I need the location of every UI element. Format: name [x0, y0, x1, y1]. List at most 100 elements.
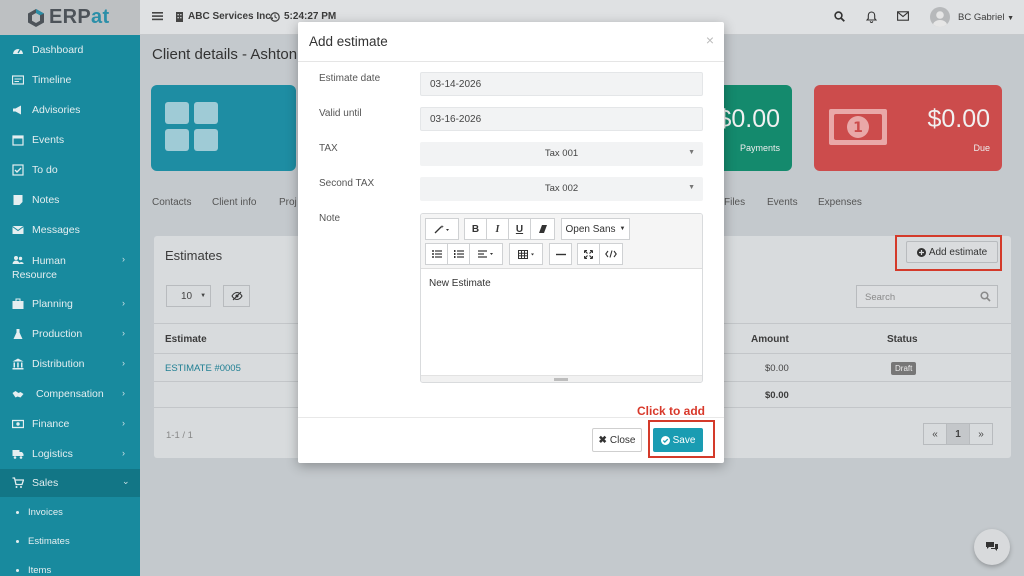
sidebar-item-events[interactable]: Events — [0, 134, 140, 148]
sidebar-item-todo[interactable]: To do — [0, 164, 140, 178]
unordered-list-button[interactable] — [425, 243, 448, 265]
horizontal-rule-button[interactable] — [549, 243, 572, 265]
menu-icon[interactable] — [152, 11, 163, 21]
sidebar-subitem-invoices[interactable]: Invoices — [0, 507, 140, 519]
bank-icon — [12, 358, 24, 370]
note-editor: B I U Open Sans ▼ New Estimate — [420, 213, 703, 383]
align-left-icon — [478, 250, 493, 258]
sidebar-item-advisories[interactable]: Advisories — [0, 104, 140, 118]
estimate-date-field[interactable]: 03-14-2026 — [420, 72, 703, 96]
search-input[interactable]: Search — [856, 285, 998, 308]
pagination-prev[interactable]: « — [923, 423, 947, 445]
chevron-right-icon: › — [122, 418, 125, 428]
close-button[interactable]: ✖ Close — [592, 428, 642, 452]
summary-card-due: 1 $0.00 Due — [814, 85, 1002, 171]
valid-until-label: Valid until — [319, 108, 362, 119]
sidebar-item-production[interactable]: Production › — [0, 328, 140, 342]
sidebar-item-planning[interactable]: Planning › — [0, 298, 140, 312]
sidebar-subitem-items[interactable]: Items — [0, 565, 140, 576]
caret-down-icon: ▼ — [619, 226, 626, 232]
code-view-button[interactable] — [599, 243, 623, 265]
handshake-icon — [12, 391, 24, 398]
sidebar-item-sales[interactable]: Sales ⌄ — [0, 469, 140, 497]
eraser-icon — [538, 225, 547, 233]
bold-button[interactable]: B — [464, 218, 487, 240]
font-family-select[interactable]: Open Sans ▼ — [561, 218, 630, 240]
column-estimate[interactable]: Estimate — [165, 334, 207, 345]
chevron-right-icon: › — [122, 328, 125, 338]
due-amount: $0.00 — [927, 105, 990, 133]
payments-amount: $0.00 — [717, 105, 780, 133]
avatar[interactable] — [930, 7, 950, 27]
tab-files[interactable]: Files — [724, 197, 745, 208]
modal-header: Add estimate × — [298, 22, 724, 62]
tab-events[interactable]: Events — [767, 197, 798, 208]
company-selector[interactable]: ABC Services Inc. — [175, 11, 274, 22]
notes-icon — [13, 195, 23, 205]
chat-button[interactable] — [974, 529, 1010, 565]
money-icon — [12, 419, 24, 429]
logo[interactable]: ERPat — [0, 0, 140, 35]
bell-icon[interactable] — [866, 11, 877, 23]
user-menu[interactable]: BC Gabriel ▼ — [958, 12, 1014, 23]
sidebar-item-human-resource[interactable]: Human Resource › — [0, 254, 140, 282]
sidebar-item-finance[interactable]: Finance › — [0, 418, 140, 432]
caret-down-icon: ▼ — [200, 293, 207, 299]
editor-resize-handle[interactable] — [421, 375, 702, 382]
tab-client-info[interactable]: Client info — [212, 197, 256, 208]
envelope-icon — [12, 226, 24, 234]
sidebar-item-notes[interactable]: Notes — [0, 194, 140, 208]
close-icon[interactable]: × — [706, 32, 714, 48]
caret-down-icon: ▼ — [1007, 15, 1015, 22]
column-amount[interactable]: Amount — [751, 334, 789, 345]
tab-expenses[interactable]: Expenses — [818, 197, 862, 208]
sidebar-item-logistics[interactable]: Logistics › — [0, 448, 140, 462]
ordered-list-button[interactable] — [447, 243, 470, 265]
total-amount: $0.00 — [765, 390, 789, 401]
company-name: ABC Services Inc. — [188, 11, 274, 22]
align-button[interactable] — [469, 243, 503, 265]
highlight-save-button — [648, 420, 715, 458]
sidebar-item-compensation[interactable]: Compensation › — [0, 388, 140, 402]
page-size-select[interactable]: 10 ▼ — [166, 285, 211, 307]
editor-content[interactable]: New Estimate — [429, 278, 491, 289]
search-icon[interactable] — [834, 11, 845, 22]
tax-select[interactable]: Tax 001 ▼ — [420, 142, 703, 166]
fullscreen-button[interactable] — [577, 243, 600, 265]
valid-until-field[interactable]: 03-16-2026 — [420, 107, 703, 131]
list-ol-icon — [453, 250, 464, 258]
caret-down-icon: ▼ — [688, 149, 695, 156]
clock: 5:24:27 PM — [270, 11, 336, 22]
chevron-right-icon: › — [122, 388, 125, 398]
payments-label: Payments — [739, 143, 780, 153]
pagination-next[interactable]: » — [969, 423, 993, 445]
pagination: « 1 » — [923, 423, 993, 445]
second-tax-select[interactable]: Tax 002 ▼ — [420, 177, 703, 201]
expand-icon — [584, 249, 593, 259]
caret-down-icon: ▼ — [688, 184, 695, 191]
estimate-link[interactable]: ESTIMATE #0005 — [165, 363, 241, 374]
eye-slash-icon — [230, 291, 243, 301]
sidebar-subitem-estimates[interactable]: Estimates — [0, 536, 140, 548]
underline-button[interactable]: U — [508, 218, 531, 240]
sidebar-item-dashboard[interactable]: Dashboard — [0, 44, 140, 58]
mail-icon[interactable] — [897, 11, 909, 21]
calendar-icon — [12, 135, 24, 146]
table-button[interactable] — [509, 243, 543, 265]
tab-contacts[interactable]: Contacts — [152, 197, 191, 208]
sidebar-item-messages[interactable]: Messages — [0, 224, 140, 238]
sidebar-item-timeline[interactable]: Timeline — [0, 74, 140, 88]
italic-button[interactable]: I — [486, 218, 509, 240]
panel-title: Estimates — [165, 248, 223, 263]
user-icon — [933, 11, 947, 27]
clear-format-button[interactable] — [530, 218, 555, 240]
column-status[interactable]: Status — [887, 334, 918, 345]
tab-projects[interactable]: Proj — [279, 197, 297, 208]
column-visibility-button[interactable] — [223, 285, 250, 307]
pagination-page[interactable]: 1 — [946, 423, 970, 445]
sidebar-item-distribution[interactable]: Distribution › — [0, 358, 140, 372]
x-icon: ✖ — [598, 434, 607, 446]
style-button[interactable] — [425, 218, 459, 240]
modal-title: Add estimate — [309, 34, 388, 49]
chevron-right-icon: › — [122, 298, 125, 308]
